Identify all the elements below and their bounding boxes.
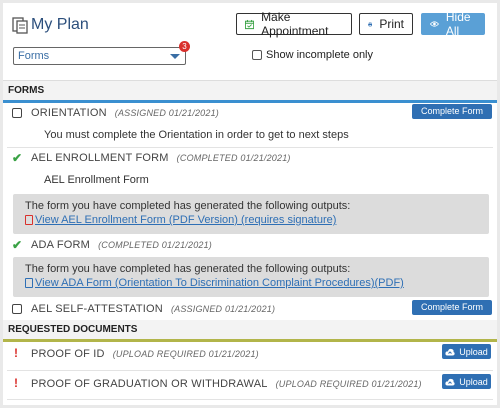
plan-header: My Plan Make Appointment Print Hide All … xyxy=(3,3,497,80)
enrollment-outputs-box: The form you have completed has generate… xyxy=(13,194,489,234)
calendar-icon xyxy=(245,19,255,29)
document-row: ! PROOF OF GRADUATION OR WITHDRAWAL (UPLO… xyxy=(3,375,497,393)
eye-icon xyxy=(430,21,439,27)
incomplete-checkbox-icon xyxy=(12,108,22,118)
document-title: PROOF OF ID (UPLOAD REQUIRED 01/21/2021) xyxy=(31,348,259,360)
ada-outputs-box: The form you have completed has generate… xyxy=(13,257,489,297)
view-ada-pdf-label: View ADA Form (Orientation To Discrimina… xyxy=(35,277,404,289)
plan-filter-value: Forms xyxy=(18,50,50,62)
check-icon: ✔ xyxy=(12,151,23,165)
make-appointment-button[interactable]: Make Appointment xyxy=(236,10,352,38)
row-divider xyxy=(7,399,493,400)
check-icon: ✔ xyxy=(12,238,23,252)
form-status: (ASSIGNED 01/21/2021) xyxy=(170,304,276,314)
form-title-text: AEL ENROLLMENT FORM xyxy=(31,152,169,164)
documents-section-heading: REQUESTED DOCUMENTS xyxy=(3,320,497,339)
row-divider xyxy=(7,370,493,371)
exclamation-icon: ! xyxy=(14,346,18,360)
form-title: ADA FORM (COMPLETED 01/21/2021) xyxy=(31,239,212,251)
form-title-text: ADA FORM xyxy=(31,239,91,251)
cloud-upload-icon xyxy=(445,378,455,385)
forms-section-bar xyxy=(3,100,497,103)
make-appointment-label: Make Appointment xyxy=(261,10,329,38)
documents-section-bar xyxy=(3,339,497,342)
document-status: (UPLOAD REQUIRED 01/21/2021) xyxy=(275,379,422,389)
outputs-text: The form you have completed has generate… xyxy=(25,263,351,275)
document-icon xyxy=(25,278,33,288)
complete-orientation-button[interactable]: Complete Form xyxy=(412,104,492,119)
document-title-text: PROOF OF ID xyxy=(31,348,105,360)
form-title: ORIENTATION (ASSIGNED 01/21/2021) xyxy=(31,107,219,119)
document-row: ! PROOF OF ID (UPLOAD REQUIRED 01/21/2021… xyxy=(3,345,497,363)
form-status: (ASSIGNED 01/21/2021) xyxy=(114,108,220,118)
pdf-icon xyxy=(25,215,33,225)
form-status: (COMPLETED 01/21/2021) xyxy=(98,240,213,250)
show-incomplete-checkbox[interactable] xyxy=(252,50,262,60)
document-title: PROOF OF GRADUATION OR WITHDRAWAL (UPLOAD… xyxy=(31,378,422,390)
upload-proof-of-graduation-button[interactable]: Upload xyxy=(442,374,491,389)
enrollment-note: AEL Enrollment Form xyxy=(44,174,149,186)
show-incomplete-label: Show incomplete only xyxy=(266,49,374,61)
complete-self-attestation-button[interactable]: Complete Form xyxy=(412,300,492,315)
clipboard-icon xyxy=(12,17,28,34)
print-button[interactable]: Print xyxy=(359,13,413,35)
form-title: AEL SELF-ATTESTATION (ASSIGNED 01/21/2021… xyxy=(31,303,275,315)
form-row-ada: ✔ ADA FORM (COMPLETED 01/21/2021) xyxy=(3,236,497,254)
row-divider xyxy=(7,147,493,148)
view-ada-pdf-link[interactable]: View ADA Form (Orientation To Discrimina… xyxy=(25,277,477,289)
view-enrollment-pdf-label: View AEL Enrollment Form (PDF Version) (… xyxy=(35,214,337,226)
document-status: (UPLOAD REQUIRED 01/21/2021) xyxy=(112,349,259,359)
hide-all-label: Hide All xyxy=(445,10,471,38)
plan-filter-select[interactable]: Forms xyxy=(13,47,186,65)
view-enrollment-pdf-link[interactable]: View AEL Enrollment Form (PDF Version) (… xyxy=(25,214,477,226)
cloud-upload-icon xyxy=(445,348,455,355)
incomplete-checkbox-icon xyxy=(12,304,22,314)
upload-label: Upload xyxy=(459,376,488,387)
upload-label: Upload xyxy=(459,346,488,357)
print-label: Print xyxy=(379,17,404,31)
form-row-ael-enrollment: ✔ AEL ENROLLMENT FORM (COMPLETED 01/21/20… xyxy=(3,149,497,167)
orientation-note: You must complete the Orientation in ord… xyxy=(44,129,349,141)
upload-proof-of-id-button[interactable]: Upload xyxy=(442,344,491,359)
form-title-text: AEL SELF-ATTESTATION xyxy=(31,303,163,315)
page-title: My Plan xyxy=(31,16,89,33)
printer-icon xyxy=(368,22,373,26)
plan-panel: My Plan Make Appointment Print Hide All … xyxy=(3,3,497,405)
show-incomplete-toggle[interactable]: Show incomplete only xyxy=(252,49,373,61)
exclamation-icon: ! xyxy=(14,376,18,390)
form-title: AEL ENROLLMENT FORM (COMPLETED 01/21/2021… xyxy=(31,152,291,164)
form-title-text: ORIENTATION xyxy=(31,107,107,119)
hide-all-button[interactable]: Hide All xyxy=(421,10,485,38)
forms-section-heading: FORMS xyxy=(3,81,497,100)
filter-count-badge: 3 xyxy=(179,41,190,52)
outputs-text: The form you have completed has generate… xyxy=(25,200,351,212)
form-status: (COMPLETED 01/21/2021) xyxy=(176,153,291,163)
chevron-down-icon xyxy=(170,54,180,59)
document-title-text: PROOF OF GRADUATION OR WITHDRAWAL xyxy=(31,378,268,390)
